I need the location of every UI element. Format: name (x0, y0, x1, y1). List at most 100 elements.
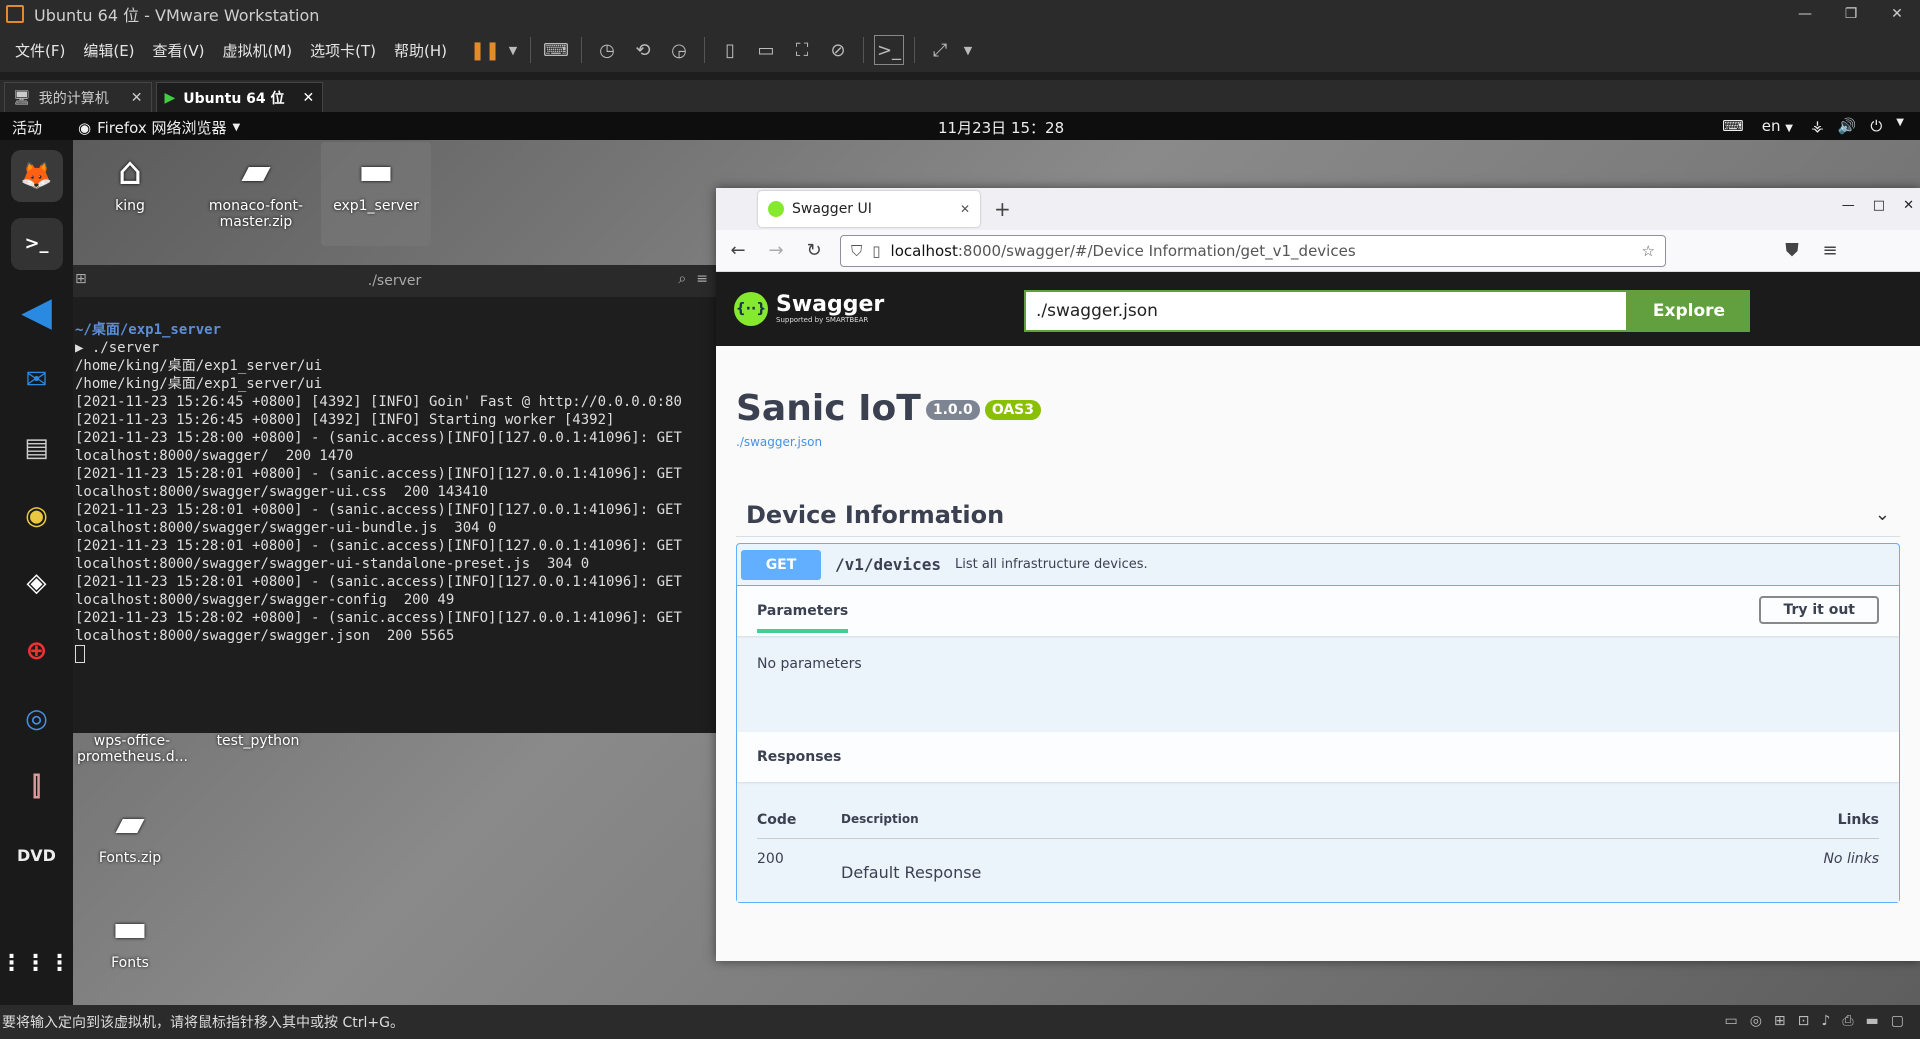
menu-help[interactable]: 帮助(H) (385, 40, 456, 61)
files-icon: ▤ (24, 432, 49, 463)
dock-dvd[interactable]: DVD (11, 829, 63, 881)
close-button[interactable]: ✕ (1874, 0, 1920, 28)
operation-summary[interactable]: GET /v1/devices List all infrastructure … (737, 544, 1899, 586)
desktop-icon-exp1-server[interactable]: ▬ exp1_server (321, 142, 431, 246)
dock-firefox[interactable]: 🦊 (10, 150, 63, 202)
dock-thunderbird[interactable]: ✉ (11, 354, 63, 406)
spec-link[interactable]: ./swagger.json (736, 435, 1900, 449)
unity-icon[interactable]: ⊘ (823, 35, 853, 65)
menu-icon[interactable]: ≡ (696, 271, 708, 287)
chevron-down-icon[interactable]: ⌄ (1875, 504, 1890, 525)
dock-software[interactable]: ◈ (11, 558, 63, 610)
search-icon[interactable]: ⌕ (678, 271, 686, 287)
desktop-icon-test-python[interactable]: test_python (203, 733, 313, 749)
fullscreen-dropdown-icon[interactable]: ▼ (961, 35, 975, 65)
chevron-down-icon[interactable]: ▼ (1896, 117, 1904, 135)
restore-button[interactable]: ❐ (1828, 0, 1874, 28)
tab-swagger-ui[interactable]: Swagger UI ✕ (758, 191, 980, 227)
terminal-line: /home/king/桌面/exp1_server/ui (75, 358, 323, 374)
fit-guest-icon[interactable]: ⛶ (787, 35, 817, 65)
back-icon[interactable]: ← (726, 240, 750, 261)
hdd-icon[interactable]: ▭ (1724, 1013, 1737, 1029)
close-icon[interactable]: ✕ (1903, 198, 1914, 213)
spec-url-input[interactable]: ./swagger.json (1024, 290, 1628, 332)
desktop-icon-fonts-zip[interactable]: ▰ Fonts.zip (75, 800, 185, 866)
archive-icon: ▰ (241, 149, 271, 193)
new-tab-icon[interactable]: ⊞ (75, 271, 87, 287)
console-view-icon[interactable]: >_ (874, 35, 905, 65)
software-icon: ◈ (26, 568, 47, 599)
api-info: Sanic IoT 1.0.0 OAS3 ./swagger.json (736, 388, 1900, 449)
keyboard-icon[interactable]: ⌨ (1722, 117, 1744, 135)
dock-chrome[interactable]: ◎ (11, 693, 63, 745)
sound-icon[interactable]: ♪ (1821, 1013, 1830, 1029)
show-apps-button[interactable]: ⋮⋮⋮ (1, 937, 71, 989)
minimize-button[interactable]: — (1782, 0, 1828, 28)
menu-view[interactable]: 查看(V) (144, 40, 214, 61)
desktop-icon-king[interactable]: ⌂ king (75, 148, 185, 214)
desktop-icon-monaco[interactable]: ▰ monaco-font-master.zip (201, 148, 311, 230)
bookmark-star-icon[interactable]: ☆ (1642, 242, 1655, 260)
network-adapter-icon[interactable]: ⊞ (1774, 1013, 1786, 1029)
dock-rhythmbox[interactable]: ◉ (11, 490, 63, 542)
fullscreen-icon[interactable]: ⤢ (925, 35, 955, 65)
col-description: Description (841, 812, 919, 826)
tag-header-device-information[interactable]: Device Information ⌄ (736, 493, 1900, 537)
dock-terminal[interactable]: >_ (10, 217, 63, 270)
toolbar-divider (581, 37, 583, 63)
menu-tabs[interactable]: 选项卡(T) (301, 40, 385, 61)
close-icon[interactable]: ✕ (131, 90, 143, 106)
explore-button[interactable]: Explore (1628, 290, 1750, 332)
app-menu[interactable]: ◉ Firefox 网络浏览器 ▼ (78, 117, 240, 138)
url-bar[interactable]: ⛉ ▯ localhost:8000/swagger/#/Device Info… (840, 234, 1666, 267)
send-ctrl-alt-del-icon[interactable]: ⌨ (541, 35, 571, 65)
menu-file[interactable]: 文件(F) (6, 40, 74, 61)
new-tab-icon[interactable]: + (994, 197, 1011, 221)
hamburger-menu-icon[interactable]: ≡ (1818, 240, 1842, 261)
menu-edit[interactable]: 编辑(E) (74, 40, 143, 61)
swagger-logo[interactable]: {··} Swagger Supported by SMARTBEAR (734, 292, 884, 326)
toolbar-divider (914, 37, 916, 63)
close-icon[interactable]: ✕ (303, 90, 315, 106)
sidebar-view-icon[interactable]: ▯ (715, 35, 745, 65)
usb-icon[interactable]: ⊡ (1798, 1013, 1810, 1029)
cdrom-icon[interactable]: ◎ (1750, 1013, 1762, 1029)
tab-ubuntu[interactable]: ▶ Ubuntu 64 位 ✕ (155, 82, 324, 112)
shield-icon[interactable]: ⛉ (851, 242, 862, 260)
power-icon[interactable]: ⏻ (1870, 117, 1882, 135)
language-indicator[interactable]: en ▼ (1762, 117, 1793, 135)
dock-help[interactable]: ⊕ (11, 625, 63, 677)
try-it-out-button[interactable]: Try it out (1759, 596, 1879, 624)
desktop-icon-fonts[interactable]: ▬ Fonts (75, 905, 185, 971)
firefox-navbar: ← → ↻ ⛉ ▯ localhost:8000/swagger/#/Devic… (716, 230, 1920, 272)
snapshot-manager-icon[interactable]: ◶ (664, 35, 694, 65)
pause-dropdown-icon[interactable]: ▼ (506, 35, 520, 65)
desktop-icon-wps[interactable]: wps-office-prometheus.d... (77, 733, 188, 765)
volume-icon[interactable]: 🔊 (1838, 117, 1857, 135)
dock-vscode[interactable]: ◀ (11, 286, 63, 338)
parameters-tab[interactable]: Parameters (757, 589, 849, 633)
stretch-icon[interactable]: ▢ (1891, 1013, 1904, 1029)
clock[interactable]: 11月23日 15：28 (938, 117, 1064, 138)
terminal-line: [2021-11-23 15:26:45 +0800] [4392] [INFO… (75, 394, 682, 410)
close-icon[interactable]: ✕ (960, 202, 970, 216)
forward-icon[interactable]: → (764, 240, 788, 261)
revert-snapshot-icon[interactable]: ⟲ (628, 35, 658, 65)
tab-label: Ubuntu 64 位 (183, 90, 285, 107)
thumbnail-view-icon[interactable]: ▭ (751, 35, 781, 65)
minimize-icon[interactable]: — (1842, 198, 1855, 213)
snapshot-icon[interactable]: ◷ (592, 35, 622, 65)
network-icon[interactable]: ⚶ (1811, 117, 1824, 135)
maximize-icon[interactable]: □ (1873, 198, 1885, 213)
printer-icon[interactable]: ⎙ (1842, 1013, 1853, 1029)
tab-my-computer[interactable]: 🖥 我的计算机 ✕ (4, 82, 152, 112)
dock-files[interactable]: ▤ (11, 422, 63, 474)
pause-icon[interactable]: ❚❚ (470, 35, 500, 65)
activities-button[interactable]: 活动 (12, 117, 42, 138)
pocket-icon[interactable]: ⛊ (1780, 240, 1804, 261)
dock-settings[interactable]: ⫿ (11, 761, 63, 813)
menu-vm[interactable]: 虚拟机(M) (214, 40, 302, 61)
terminal-window[interactable]: ⊞ ./server ⌕ ≡ ~/桌面/exp1_server ▶ ./serve… (73, 265, 716, 733)
display-icon[interactable]: ▬ (1866, 1013, 1879, 1029)
reload-icon[interactable]: ↻ (802, 240, 826, 261)
